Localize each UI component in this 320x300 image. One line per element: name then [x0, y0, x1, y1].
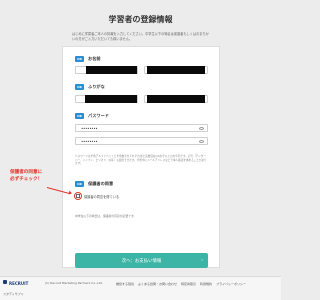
copyright: (C) Recruit Marketing Partners Co.,Ltd. — [45, 281, 103, 285]
footer-link-privacy[interactable]: プライバシーポリシー — [216, 282, 246, 286]
last-name-kana-redaction — [85, 95, 137, 103]
eye-icon[interactable] — [199, 139, 204, 143]
page-title: 学習者の登録情報 — [108, 15, 173, 24]
guardian-ok-badge: OK — [75, 181, 84, 187]
intro-text: はじめに学習者ご本人の情報を入力してください。中学生以下の場合は保護者もしくはお… — [72, 32, 209, 41]
first-name-redaction — [147, 66, 205, 74]
footer-link-tokusho[interactable]: 特定商取引 — [181, 282, 196, 286]
recruit-logo-icon — [3, 280, 7, 284]
guardian-label: 保護者の同意 — [88, 181, 114, 186]
annotation-callout: 保護者の同意に 必ずチェック！ — [10, 170, 42, 183]
chevron-right-icon: › — [201, 257, 203, 263]
guardian-sub-note: 中学生以下の場合は、保護者の同意が必要です。 — [75, 214, 137, 218]
footer-link-terms[interactable]: 利用規約 — [200, 282, 212, 286]
highlight-circle — [74, 192, 82, 200]
footer-link-environment[interactable]: 推奨する環境 — [116, 282, 134, 286]
next-payment-button[interactable]: 次へ：お支払い情報 › — [75, 253, 208, 268]
footer-brand: スタディサプリ — [3, 292, 24, 296]
furigana-ok-badge: OK — [75, 84, 84, 90]
last-name-redaction — [86, 66, 137, 74]
password-ok-badge: OK — [75, 113, 84, 119]
annotation-line-1: 保護者の同意に — [10, 170, 43, 175]
recruit-logo: RECRUIT — [9, 281, 29, 286]
password-mask: •••••••• — [81, 126, 98, 131]
password-confirm-mask: •••••••• — [81, 139, 98, 144]
first-name-kana-redaction — [147, 95, 205, 103]
password-label: パスワード — [88, 113, 109, 118]
eye-icon[interactable] — [199, 126, 204, 130]
annotation-line-2: 必ずチェック！ — [10, 176, 43, 182]
password-note: パスワードは半角アルファベットと半角数字をそれぞれ含む英数混在の6文字以上の文字… — [75, 155, 207, 166]
footer-links: 推奨する環境 よくある質問・お問い合わせ 特定商取引 利用規約 プライバシーポリ… — [116, 282, 250, 286]
guardian-consent-label: 保護者の同意を得ている — [84, 195, 120, 199]
name-ok-badge: OK — [75, 56, 84, 62]
footer: RECRUIT (C) Recruit Marketing Partners C… — [0, 276, 281, 300]
next-payment-button-label: 次へ：お支払い情報 — [121, 258, 162, 264]
name-label: お名前 — [88, 56, 101, 61]
furigana-label: ふりがな — [88, 84, 105, 89]
password-confirm-input[interactable]: •••••••• — [75, 137, 208, 145]
password-input[interactable]: •••••••• — [75, 124, 208, 132]
footer-link-faq[interactable]: よくある質問・お問い合わせ — [138, 282, 177, 286]
